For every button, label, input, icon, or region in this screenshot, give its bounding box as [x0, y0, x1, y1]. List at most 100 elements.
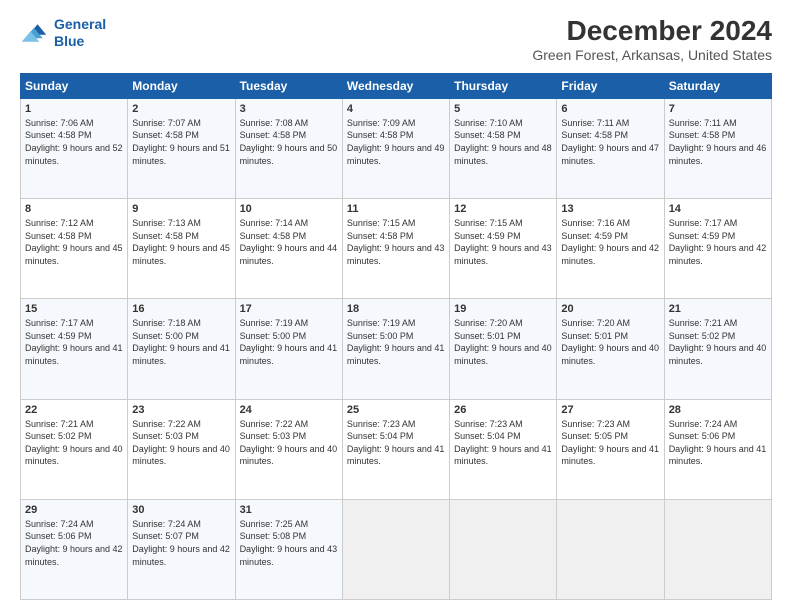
calendar-cell: 4 Sunrise: 7:09 AM Sunset: 4:58 PM Dayli… [342, 98, 449, 198]
logo-line2: Blue [54, 33, 84, 49]
daylight-label: Daylight: 9 hours and 45 minutes. [132, 243, 230, 266]
sunset-value: 4:58 PM [487, 130, 521, 140]
cell-day-number: 5 [454, 103, 552, 115]
sunrise-value: 7:11 AM [597, 118, 629, 128]
sunset-label: Sunset: [132, 431, 165, 441]
sunrise-value: 7:23 AM [490, 419, 523, 429]
sunset-value: 5:00 PM [165, 331, 199, 341]
cell-info: Sunrise: 7:24 AM Sunset: 5:06 PM Dayligh… [669, 418, 767, 468]
daylight-label: Daylight: 9 hours and 40 minutes. [132, 444, 230, 467]
sunset-value: 5:04 PM [487, 431, 521, 441]
cell-info: Sunrise: 7:09 AM Sunset: 4:58 PM Dayligh… [347, 117, 445, 167]
sunset-label: Sunset: [240, 531, 273, 541]
daylight-label: Daylight: 9 hours and 42 minutes. [132, 544, 230, 567]
cell-info: Sunrise: 7:11 AM Sunset: 4:58 PM Dayligh… [561, 117, 659, 167]
sunrise-label: Sunrise: [347, 218, 383, 228]
sunrise-value: 7:20 AM [597, 318, 630, 328]
cell-info: Sunrise: 7:24 AM Sunset: 5:07 PM Dayligh… [132, 518, 230, 568]
daylight-label: Daylight: 9 hours and 41 minutes. [240, 343, 338, 366]
cell-day-number: 3 [240, 103, 338, 115]
cell-info: Sunrise: 7:07 AM Sunset: 4:58 PM Dayligh… [132, 117, 230, 167]
calendar-header-row: SundayMondayTuesdayWednesdayThursdayFrid… [21, 73, 772, 98]
sunrise-value: 7:21 AM [704, 318, 737, 328]
sunset-value: 4:58 PM [58, 130, 92, 140]
sunrise-label: Sunrise: [25, 118, 61, 128]
day-header: Sunday [21, 73, 128, 98]
calendar-title: December 2024 [532, 16, 772, 47]
sunset-value: 5:05 PM [594, 431, 628, 441]
cell-info: Sunrise: 7:14 AM Sunset: 4:58 PM Dayligh… [240, 217, 338, 267]
sunset-value: 5:03 PM [165, 431, 199, 441]
daylight-label: Daylight: 9 hours and 40 minutes. [669, 343, 767, 366]
calendar-cell: 14 Sunrise: 7:17 AM Sunset: 4:59 PM Dayl… [664, 199, 771, 299]
calendar-cell: 25 Sunrise: 7:23 AM Sunset: 5:04 PM Dayl… [342, 399, 449, 499]
sunset-label: Sunset: [25, 130, 58, 140]
calendar-cell [450, 499, 557, 599]
sunrise-label: Sunrise: [240, 118, 276, 128]
sunset-value: 4:59 PM [487, 231, 521, 241]
cell-day-number: 22 [25, 404, 123, 416]
sunset-value: 4:58 PM [273, 231, 307, 241]
cell-info: Sunrise: 7:19 AM Sunset: 5:00 PM Dayligh… [240, 317, 338, 367]
calendar-subtitle: Green Forest, Arkansas, United States [532, 47, 772, 63]
cell-day-number: 27 [561, 404, 659, 416]
cell-day-number: 11 [347, 203, 445, 215]
sunrise-label: Sunrise: [669, 118, 705, 128]
sunrise-value: 7:22 AM [275, 419, 308, 429]
daylight-label: Daylight: 9 hours and 42 minutes. [25, 544, 123, 567]
cell-info: Sunrise: 7:20 AM Sunset: 5:01 PM Dayligh… [561, 317, 659, 367]
sunrise-value: 7:08 AM [275, 118, 308, 128]
sunrise-label: Sunrise: [132, 318, 168, 328]
day-header: Friday [557, 73, 664, 98]
sunrise-value: 7:09 AM [382, 118, 415, 128]
cell-day-number: 14 [669, 203, 767, 215]
sunrise-value: 7:25 AM [275, 519, 308, 529]
sunset-label: Sunset: [240, 331, 273, 341]
cell-info: Sunrise: 7:12 AM Sunset: 4:58 PM Dayligh… [25, 217, 123, 267]
calendar-cell: 17 Sunrise: 7:19 AM Sunset: 5:00 PM Dayl… [235, 299, 342, 399]
daylight-label: Daylight: 9 hours and 52 minutes. [25, 143, 123, 166]
cell-info: Sunrise: 7:23 AM Sunset: 5:04 PM Dayligh… [347, 418, 445, 468]
sunrise-value: 7:10 AM [490, 118, 523, 128]
calendar-cell: 16 Sunrise: 7:18 AM Sunset: 5:00 PM Dayl… [128, 299, 235, 399]
sunrise-label: Sunrise: [240, 519, 276, 529]
calendar-week-row: 8 Sunrise: 7:12 AM Sunset: 4:58 PM Dayli… [21, 199, 772, 299]
cell-info: Sunrise: 7:19 AM Sunset: 5:00 PM Dayligh… [347, 317, 445, 367]
calendar-cell: 27 Sunrise: 7:23 AM Sunset: 5:05 PM Dayl… [557, 399, 664, 499]
cell-day-number: 10 [240, 203, 338, 215]
cell-day-number: 2 [132, 103, 230, 115]
daylight-label: Daylight: 9 hours and 40 minutes. [25, 444, 123, 467]
sunrise-label: Sunrise: [561, 419, 597, 429]
cell-day-number: 18 [347, 303, 445, 315]
sunrise-value: 7:15 AM [490, 218, 523, 228]
cell-day-number: 30 [132, 504, 230, 516]
cell-day-number: 19 [454, 303, 552, 315]
cell-info: Sunrise: 7:13 AM Sunset: 4:58 PM Dayligh… [132, 217, 230, 267]
sunrise-value: 7:20 AM [490, 318, 523, 328]
cell-info: Sunrise: 7:15 AM Sunset: 4:58 PM Dayligh… [347, 217, 445, 267]
sunrise-label: Sunrise: [347, 318, 383, 328]
cell-info: Sunrise: 7:10 AM Sunset: 4:58 PM Dayligh… [454, 117, 552, 167]
sunset-label: Sunset: [561, 331, 594, 341]
sunset-value: 4:58 PM [58, 231, 92, 241]
sunrise-label: Sunrise: [25, 519, 61, 529]
sunrise-value: 7:06 AM [61, 118, 94, 128]
daylight-label: Daylight: 9 hours and 49 minutes. [347, 143, 445, 166]
cell-day-number: 15 [25, 303, 123, 315]
sunset-value: 5:07 PM [165, 531, 199, 541]
day-header: Monday [128, 73, 235, 98]
sunrise-value: 7:17 AM [704, 218, 737, 228]
sunrise-label: Sunrise: [347, 118, 383, 128]
calendar-cell: 22 Sunrise: 7:21 AM Sunset: 5:02 PM Dayl… [21, 399, 128, 499]
sunset-label: Sunset: [561, 231, 594, 241]
sunset-label: Sunset: [561, 431, 594, 441]
sunset-value: 4:58 PM [594, 130, 628, 140]
sunset-value: 5:06 PM [702, 431, 736, 441]
daylight-label: Daylight: 9 hours and 41 minutes. [347, 444, 445, 467]
sunset-label: Sunset: [132, 531, 165, 541]
daylight-label: Daylight: 9 hours and 41 minutes. [25, 343, 123, 366]
cell-day-number: 6 [561, 103, 659, 115]
daylight-label: Daylight: 9 hours and 42 minutes. [561, 243, 659, 266]
daylight-label: Daylight: 9 hours and 42 minutes. [669, 243, 767, 266]
cell-info: Sunrise: 7:06 AM Sunset: 4:58 PM Dayligh… [25, 117, 123, 167]
